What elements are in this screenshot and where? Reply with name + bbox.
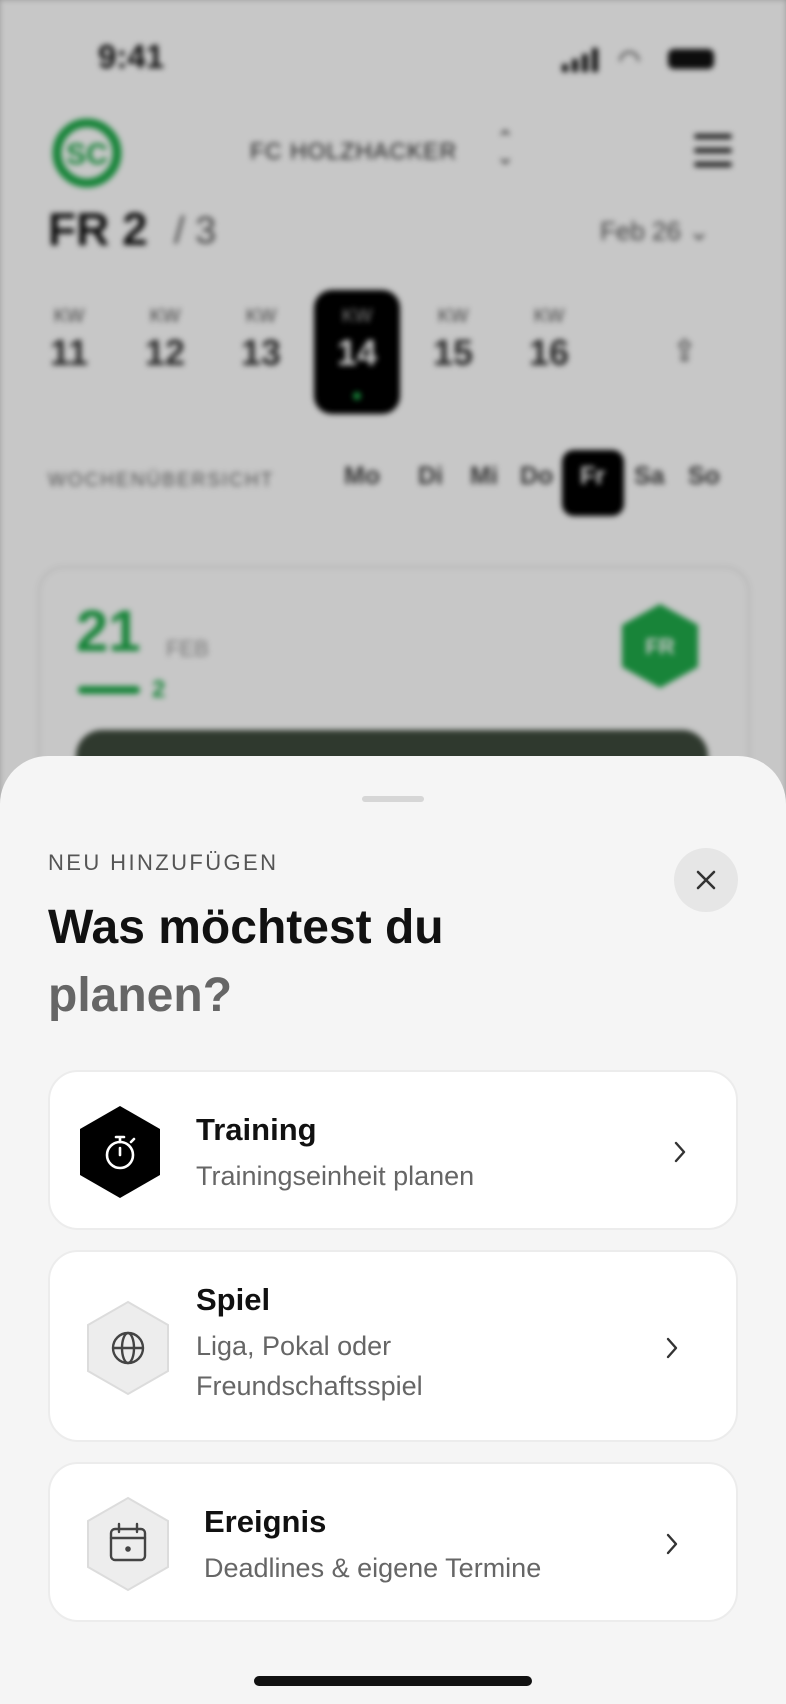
ereignis-hex [87, 1496, 169, 1592]
sheet-overline: NEU HINZUFÜGEN [48, 850, 279, 875]
chevron-right-icon [666, 1337, 678, 1359]
sheet-heading: Was möchtest du planen? [48, 894, 608, 1030]
option-spiel-subtitle-2: Freundschaftsspiel [196, 1371, 423, 1401]
option-training-subtitle: Trainingseinheit planen [196, 1161, 475, 1191]
option-ereignis[interactable]: Ereignis Deadlines & eigene Termine [48, 1462, 738, 1622]
option-ereignis-subtitle: Deadlines & eigene Termine [204, 1553, 542, 1583]
chevron-right-icon [674, 1141, 686, 1163]
close-icon [696, 870, 716, 890]
add-sheet: NEU HINZUFÜGEN Was möchtest du planen? T… [0, 756, 786, 1704]
sheet-grabber[interactable] [362, 796, 424, 802]
training-hex [80, 1106, 160, 1198]
heading-line-2: planen? [48, 969, 233, 1022]
option-spiel-title: Spiel [196, 1282, 271, 1317]
chevron-right-icon [666, 1533, 678, 1555]
spiel-hex [87, 1300, 169, 1396]
close-button[interactable] [674, 848, 738, 912]
home-indicator[interactable] [254, 1676, 532, 1686]
option-training[interactable]: Training Trainingseinheit planen [48, 1070, 738, 1230]
option-training-title: Training [196, 1112, 317, 1147]
heading-line-1: Was möchtest du [48, 901, 444, 954]
option-ereignis-title: Ereignis [204, 1504, 327, 1539]
option-spiel-subtitle-1: Liga, Pokal oder [196, 1331, 392, 1361]
option-spiel[interactable]: Spiel Liga, Pokal oder Freundschaftsspie… [48, 1250, 738, 1442]
